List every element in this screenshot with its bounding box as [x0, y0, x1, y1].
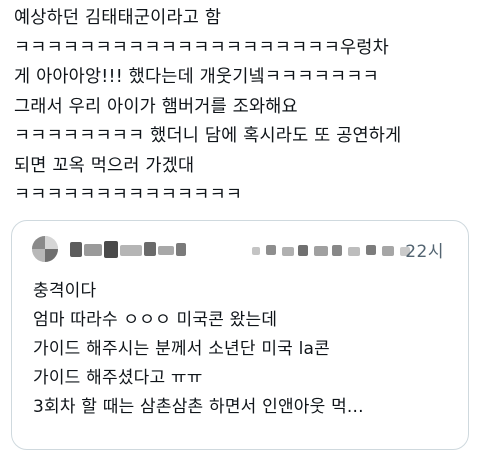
- tweet-line: 그래서 우리 아이가 햄버거를 조와해요: [14, 96, 298, 117]
- quoted-tweet-text: 충격이다 엄마 따라수 ㅇㅇㅇ 미국콘 왔는데 가이드 해주시는 분께서 소년단…: [33, 277, 458, 422]
- quote-line: 충격이다: [33, 281, 97, 301]
- quoted-tweet-header[interactable]: 22시: [26, 233, 458, 267]
- tweet-line: ㅋㅋㅋㅋㅋㅋㅋㅋㅋㅋㅋㅋㅋㅋ: [14, 185, 243, 205]
- tweet-line: 게 아아아앙!!! 했다는데 개웃기넼ㅋㅋㅋㅋㅋㅋㅋ: [14, 67, 379, 87]
- quoted-tweet-card[interactable]: 22시 충격이다 엄마 따라수 ㅇㅇㅇ 미국콘 왔는데 가이드 해주시는 분께서…: [11, 220, 469, 450]
- quote-line: 3회차 할 때는 삼촌삼촌 하면서 인앤아웃 먹...: [33, 397, 364, 417]
- tweet-line: 되면 꼬옥 먹으러 가겠대: [14, 155, 195, 176]
- quote-line: 엄마 따라수 ㅇㅇㅇ 미국콘 왔는데: [33, 310, 278, 330]
- tweet-text: 예상하던 김태태군이라고 함 ㅋㅋㅋㅋㅋㅋㅋㅋㅋㅋㅋㅋㅋㅋㅋㅋㅋㅋㅋㅋ우렁차 게…: [14, 4, 476, 211]
- quote-line: 가이드 해주시는 분께서 소년단 미국 la콘: [33, 339, 330, 359]
- tweet-line: ㅋㅋㅋㅋㅋㅋㅋㅋ 했더니 담에 혹시라도 또 공연하게: [14, 126, 402, 146]
- quote-line: 가이드 해주셨다고 ㅠㅠ: [33, 368, 203, 388]
- timestamp[interactable]: 22시: [405, 237, 444, 262]
- avatar[interactable]: [32, 236, 58, 262]
- tweet-line: ㅋㅋㅋㅋㅋㅋㅋㅋㅋㅋㅋㅋㅋㅋㅋㅋㅋㅋㅋㅋ우렁차: [14, 37, 389, 58]
- tweet-line: 예상하던 김태태군이라고 함: [14, 8, 222, 28]
